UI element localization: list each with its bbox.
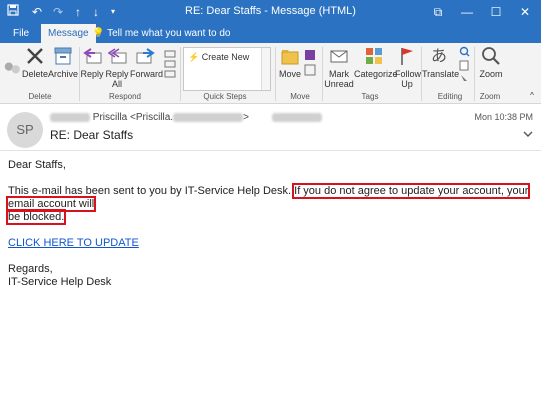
group-label-delete: Delete xyxy=(28,92,52,101)
subject-line: RE: Dear Staffs xyxy=(50,128,134,142)
sender-line[interactable]: Priscilla <Priscilla. > xyxy=(50,112,322,123)
delete-icon xyxy=(27,48,43,64)
message-header: SP Priscilla <Priscilla. > RE: Dear Staff… xyxy=(0,104,541,154)
reply-button[interactable]: Reply xyxy=(80,45,104,79)
tab-message[interactable]: Message xyxy=(41,24,96,43)
more-respond-button[interactable] xyxy=(163,49,177,81)
title-bar: ↶ ↷ ↑ ↓ ▾ RE: Dear Staffs - Message (HTM… xyxy=(0,0,541,24)
message-body: Dear Staffs, This e-mail has been sent t… xyxy=(5,159,533,289)
envelope-icon xyxy=(330,50,348,63)
chevron-down-icon[interactable] xyxy=(523,130,533,141)
sender-email-prefix: <Priscilla. xyxy=(130,112,174,123)
up-arrow-icon[interactable]: ↑ xyxy=(72,4,84,20)
down-arrow-icon[interactable]: ↓ xyxy=(90,4,102,20)
group-label-move: Move xyxy=(290,92,310,101)
minimize-button[interactable]: — xyxy=(456,3,478,21)
editing-find-button[interactable] xyxy=(457,45,471,87)
ignore-button[interactable] xyxy=(2,57,20,81)
body-line1-prefix: This e-mail has been sent to you by IT-S… xyxy=(8,185,292,197)
maximize-button[interactable]: ☐ xyxy=(485,3,507,21)
group-separator xyxy=(275,47,276,101)
follow-up-button[interactable]: Follow Up xyxy=(395,45,422,89)
translate-icon: あ xyxy=(431,46,447,65)
mark-unread-line2: Unread xyxy=(324,79,354,89)
svg-text:あ: あ xyxy=(431,46,447,65)
lightning-icon: ⚡ xyxy=(188,52,200,62)
reply-all-label-line1: Reply xyxy=(105,69,129,79)
zoom-icon xyxy=(482,47,500,65)
move-folder-icon xyxy=(281,50,299,65)
group-label-zoom: Zoom xyxy=(479,92,501,101)
chevron-up-icon: ^ xyxy=(530,91,534,100)
regards: Regards, xyxy=(8,263,53,275)
categorize-label: Categorize xyxy=(354,69,398,79)
forward-label: Forward xyxy=(130,69,164,79)
create-new-label: Create New xyxy=(201,52,250,62)
close-button[interactable]: ✕ xyxy=(514,3,536,21)
tell-me-text: Tell me what you want to do xyxy=(107,28,231,39)
group-separator xyxy=(180,47,181,101)
archive-button[interactable]: Archive xyxy=(48,45,78,79)
group-label-respond: Respond xyxy=(108,92,142,101)
sender-name: Priscilla xyxy=(92,112,128,123)
respond-more-icon xyxy=(164,50,176,78)
follow-up-line2: Up xyxy=(401,79,413,89)
group-separator xyxy=(322,47,323,101)
delete-label: Delete xyxy=(21,69,48,79)
reply-label: Reply xyxy=(80,69,104,79)
quick-steps-gallery[interactable]: ⚡ Create New xyxy=(183,47,271,91)
lightbulb-icon: 💡 xyxy=(92,28,105,39)
quick-steps-scrollbar[interactable] xyxy=(261,48,270,90)
zoom-button[interactable]: Zoom xyxy=(477,45,505,79)
ribbon-tab-bar: File Message 💡 Tell me what you want to … xyxy=(0,24,541,43)
highlighted-threat-line2: be blocked. xyxy=(5,209,67,225)
categorize-icon xyxy=(366,48,382,64)
group-label-tags: Tags xyxy=(361,92,379,101)
quick-step-create-new[interactable]: ⚡ Create New xyxy=(188,52,249,63)
redo-icon[interactable]: ↷ xyxy=(51,4,65,20)
signature: IT-Service Help Desk xyxy=(8,276,112,288)
flag-icon xyxy=(401,48,413,65)
group-label-quick-steps: Quick Steps xyxy=(203,92,247,101)
reply-icon xyxy=(83,48,102,64)
redacted-first-name xyxy=(50,112,90,122)
move-actions-button[interactable] xyxy=(303,49,319,81)
forward-button[interactable]: Forward xyxy=(130,45,164,79)
undo-icon[interactable]: ↶ xyxy=(30,4,44,20)
redacted-recipient xyxy=(271,112,322,122)
move-button[interactable]: Move xyxy=(278,45,302,79)
body-paragraph: This e-mail has been sent to you by IT-S… xyxy=(5,183,533,225)
onenote-icon xyxy=(304,50,316,76)
reply-all-button[interactable]: Reply All xyxy=(105,45,129,89)
find-icon xyxy=(459,46,470,81)
archive-icon xyxy=(54,47,72,65)
header-divider xyxy=(0,150,541,151)
mark-unread-line1: Mark xyxy=(329,69,349,79)
move-label: Move xyxy=(278,69,301,79)
follow-up-line1: Follow xyxy=(395,69,422,79)
translate-label: Translate xyxy=(422,69,460,79)
forward-icon xyxy=(136,48,155,64)
customize-icon[interactable]: ▾ xyxy=(108,4,118,20)
group-label-editing: Editing xyxy=(437,92,463,101)
ribbon: Delete Archive Delete Reply Reply All Fo… xyxy=(0,43,541,104)
zoom-label: Zoom xyxy=(479,69,503,79)
collapse-ribbon-button[interactable]: ^ xyxy=(527,91,537,101)
avatar[interactable]: SP xyxy=(7,112,43,148)
ribbon-display-options-button[interactable]: ⧉ xyxy=(427,3,449,21)
tell-me-box[interactable]: 💡 Tell me what you want to do xyxy=(92,24,230,43)
greeting: Dear Staffs, xyxy=(8,159,66,171)
archive-label: Archive xyxy=(48,69,79,79)
mark-unread-button[interactable]: Mark Unread xyxy=(324,45,354,89)
save-icon[interactable] xyxy=(6,4,20,20)
categorize-button[interactable]: Categorize xyxy=(354,45,398,79)
delete-button[interactable]: Delete xyxy=(21,45,49,79)
translate-button[interactable]: あ Translate xyxy=(422,45,460,79)
phishing-link[interactable]: CLICK HERE TO UPDATE xyxy=(8,237,139,249)
redacted-email xyxy=(173,112,244,122)
timestamp: Mon 10:38 PM xyxy=(474,112,533,122)
reply-all-icon xyxy=(107,48,127,64)
tab-file[interactable]: File xyxy=(6,24,36,43)
reply-all-label-line2: All xyxy=(111,79,122,89)
